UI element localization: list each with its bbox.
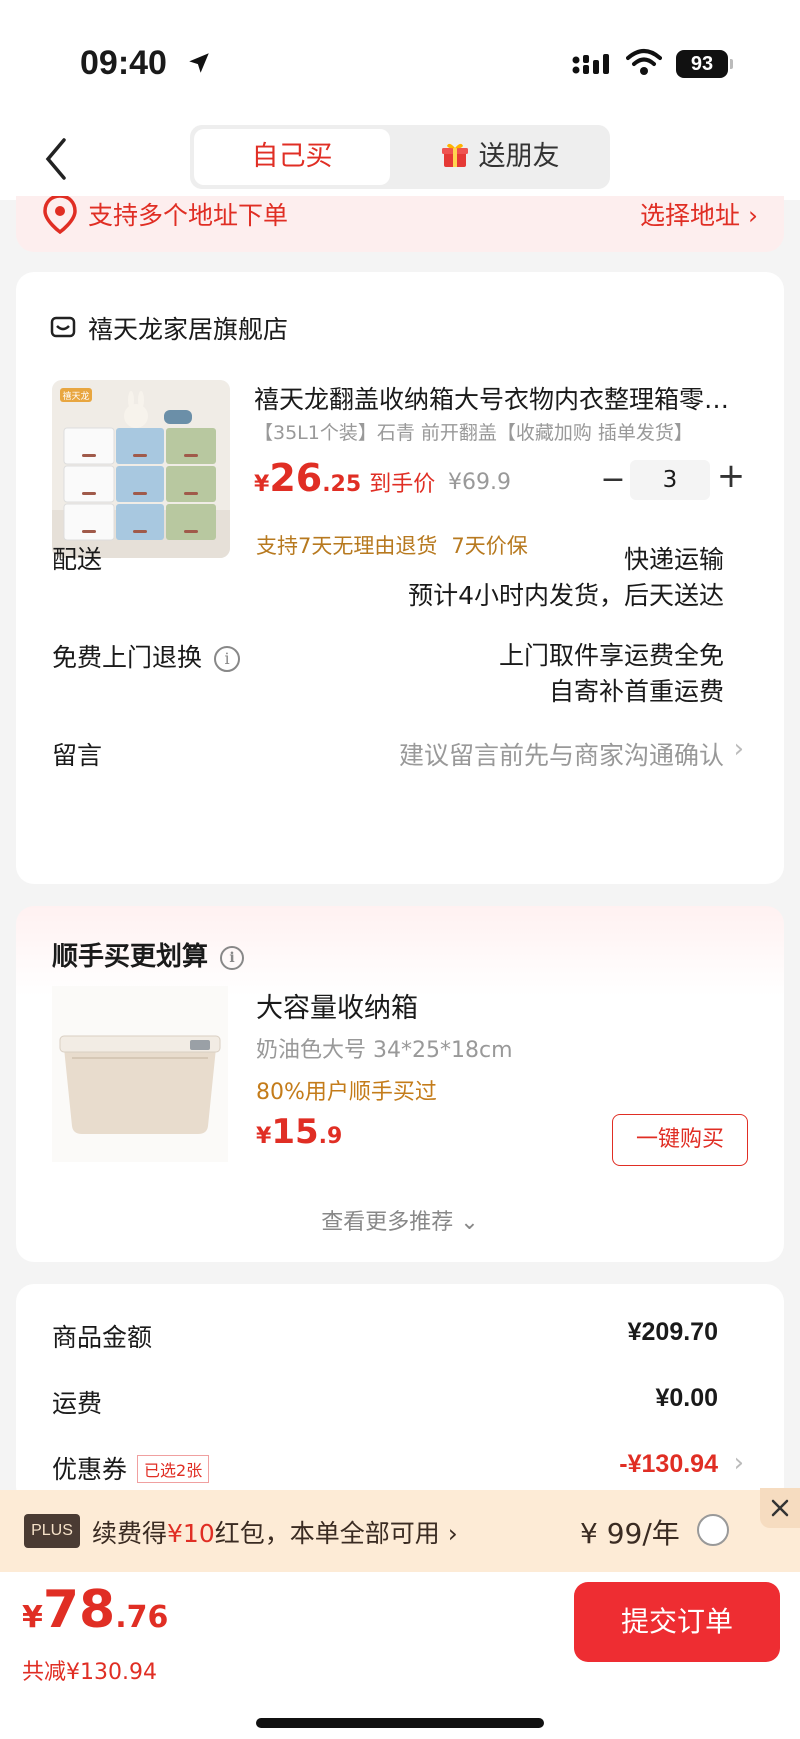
plus-select-radio[interactable] bbox=[697, 1514, 729, 1546]
recommend-buyers-hint: 80%用户顺手买过 bbox=[256, 1080, 437, 1105]
more-recommend-label: 查看更多推荐 bbox=[321, 1210, 454, 1235]
location-pin-icon bbox=[43, 196, 77, 234]
quantity-increase-button[interactable]: + bbox=[716, 456, 746, 496]
product-title[interactable]: 禧天龙翻盖收纳箱大号衣物内衣整理箱零… bbox=[254, 380, 764, 416]
product-image[interactable]: 禧天龙 bbox=[52, 380, 230, 558]
return-self-ship-text: 自寄补首重运费 bbox=[548, 677, 724, 706]
shop-icon bbox=[50, 316, 76, 338]
price-decimal: .25 bbox=[322, 472, 362, 497]
product-price: ¥26.25 到手价 bbox=[254, 456, 435, 506]
goods-amount-label: 商品金额 bbox=[52, 1323, 153, 1352]
plus-badge: PLUS bbox=[24, 1514, 80, 1548]
return-pickup-text: 上门取件享运费全免 bbox=[498, 641, 724, 670]
choose-address-label: 选择地址 bbox=[640, 201, 741, 230]
top-nav: 自己买 送朋友 bbox=[0, 120, 800, 200]
status-time: 09:40 bbox=[80, 44, 167, 82]
location-arrow-icon bbox=[189, 53, 209, 73]
cellular-signal-icon bbox=[572, 54, 609, 74]
return-guarantee: 支持7天无理由退货 bbox=[256, 534, 438, 558]
price-integer: 78 bbox=[42, 1580, 116, 1640]
chevron-down-icon: ⌄ bbox=[460, 1210, 479, 1235]
chevron-right-icon: › bbox=[447, 1519, 458, 1548]
address-bar[interactable]: 支持多个地址下单 选择地址 › bbox=[16, 196, 784, 252]
battery-indicator: 93 bbox=[676, 50, 733, 78]
price-decimal: .76 bbox=[115, 1600, 169, 1635]
total-discount: 共减¥130.94 bbox=[22, 1660, 157, 1685]
plus-text-suffix: 红包，本单全部可用 bbox=[214, 1519, 440, 1548]
close-banner-button[interactable] bbox=[760, 1488, 800, 1528]
shop-name: 禧天龙家居旗舰店 bbox=[88, 315, 289, 344]
original-price: ¥69.9 bbox=[448, 470, 511, 495]
info-icon[interactable]: i bbox=[214, 646, 241, 672]
price-decimal: .9 bbox=[318, 1124, 343, 1149]
recommend-title: 顺手买更划算 i bbox=[52, 936, 245, 973]
order-card: 禧天龙家居旗舰店 禧天龙 禧天龙翻盖收纳箱大号衣物内衣整理箱零… 【35L1个装… bbox=[16, 272, 784, 884]
back-chevron-icon[interactable] bbox=[38, 134, 78, 184]
purchase-mode-switch: 自己买 送朋友 bbox=[190, 125, 610, 189]
quantity-decrease-button[interactable]: − bbox=[598, 462, 628, 497]
plus-text-amount: ¥10 bbox=[167, 1519, 215, 1548]
total-price: ¥78.76 bbox=[22, 1580, 168, 1640]
recommend-title-text: 顺手买更划算 bbox=[52, 942, 209, 972]
free-return-row[interactable]: 免费上门退换 i bbox=[52, 638, 241, 674]
recommend-product-spec: 奶油色大号 34*25*18cm bbox=[256, 1038, 513, 1063]
price-integer: 15 bbox=[271, 1112, 319, 1152]
recommend-price: ¥15.9 bbox=[256, 1112, 342, 1152]
one-click-buy-button[interactable]: 一键购买 bbox=[612, 1114, 748, 1166]
info-icon[interactable]: i bbox=[220, 945, 245, 970]
coupon-label: 优惠券 bbox=[52, 1455, 128, 1484]
plus-membership-banner[interactable]: PLUS 续费得¥10红包，本单全部可用 › ¥ 99/年 bbox=[0, 1488, 800, 1572]
price-currency: ¥ bbox=[256, 1124, 272, 1149]
chevron-right-icon: › bbox=[733, 734, 744, 764]
price-currency: ¥ bbox=[22, 1600, 43, 1635]
tab-buy-for-self[interactable]: 自己买 bbox=[194, 129, 390, 185]
multi-address-hint: 支持多个地址下单 bbox=[88, 201, 289, 230]
close-icon bbox=[771, 1499, 789, 1517]
tab-send-to-friend-label: 送朋友 bbox=[478, 141, 560, 172]
gift-icon bbox=[441, 143, 468, 167]
delivery-method: 快递运输 bbox=[623, 545, 724, 574]
note-label: 留言 bbox=[52, 741, 103, 770]
status-bar: 09:40 93 bbox=[0, 0, 800, 120]
summary-card: 商品金额 ¥209.70 运费 ¥0.00 优惠券 已选2张 -¥130.94 › bbox=[16, 1284, 784, 1504]
price-protection: 7天价保 bbox=[451, 534, 528, 558]
storage-bin-illustration bbox=[52, 986, 228, 1162]
price-tag: 到手价 bbox=[369, 472, 436, 497]
chevron-right-icon: › bbox=[748, 201, 758, 230]
recommend-product-image[interactable] bbox=[52, 986, 228, 1162]
recommend-product-title[interactable]: 大容量收纳箱 bbox=[256, 986, 418, 1025]
checkout-bar: ¥78.76 共减¥130.94 提交订单 bbox=[0, 1572, 800, 1739]
home-indicator bbox=[256, 1718, 544, 1728]
free-return-label: 免费上门退换 bbox=[52, 643, 203, 672]
submit-order-button[interactable]: 提交订单 bbox=[574, 1582, 780, 1662]
goods-amount-value: ¥209.70 bbox=[627, 1318, 718, 1346]
delivery-eta: 预计4小时内发货，后天送达 bbox=[408, 581, 724, 610]
choose-address-link[interactable]: 选择地址 › bbox=[640, 196, 758, 232]
shipping-fee-value: ¥0.00 bbox=[655, 1384, 718, 1412]
tab-send-to-friend[interactable]: 送朋友 bbox=[400, 129, 600, 185]
note-input[interactable]: 建议留言前先与商家沟通确认 bbox=[399, 736, 724, 772]
coupon-selected-badge: 已选2张 bbox=[137, 1455, 210, 1483]
more-recommend-link[interactable]: 查看更多推荐 ⌄ bbox=[16, 1204, 784, 1236]
product-spec[interactable]: 【35L1个装】石青 前开翻盖【收藏加购 插单发货】 bbox=[254, 418, 693, 445]
plus-price: ¥ 99/年 bbox=[580, 1517, 680, 1550]
brand-logo-text: 禧天龙 bbox=[62, 390, 89, 402]
wifi-icon bbox=[626, 49, 662, 75]
coupon-value[interactable]: -¥130.94 bbox=[619, 1450, 718, 1479]
price-integer: 26 bbox=[269, 456, 323, 500]
quantity-input[interactable]: 3 bbox=[630, 460, 710, 500]
service-guarantees: 支持7天无理由退货 7天价保 bbox=[256, 530, 542, 560]
plus-promo-text: 续费得¥10红包，本单全部可用 › bbox=[92, 1514, 458, 1550]
storage-box-illustration: 禧天龙 bbox=[52, 380, 230, 558]
recommend-card: 顺手买更划算 i 大容量收纳箱 奶油色大号 34*25*18cm 80%用户顺手买… bbox=[16, 906, 784, 1262]
chevron-right-icon: › bbox=[733, 1448, 744, 1478]
price-currency: ¥ bbox=[254, 472, 270, 497]
shipping-fee-label: 运费 bbox=[52, 1389, 103, 1418]
plus-text-prefix: 续费得 bbox=[92, 1519, 168, 1548]
delivery-label: 配送 bbox=[52, 545, 103, 574]
coupon-row[interactable]: 优惠券 已选2张 bbox=[52, 1450, 210, 1486]
